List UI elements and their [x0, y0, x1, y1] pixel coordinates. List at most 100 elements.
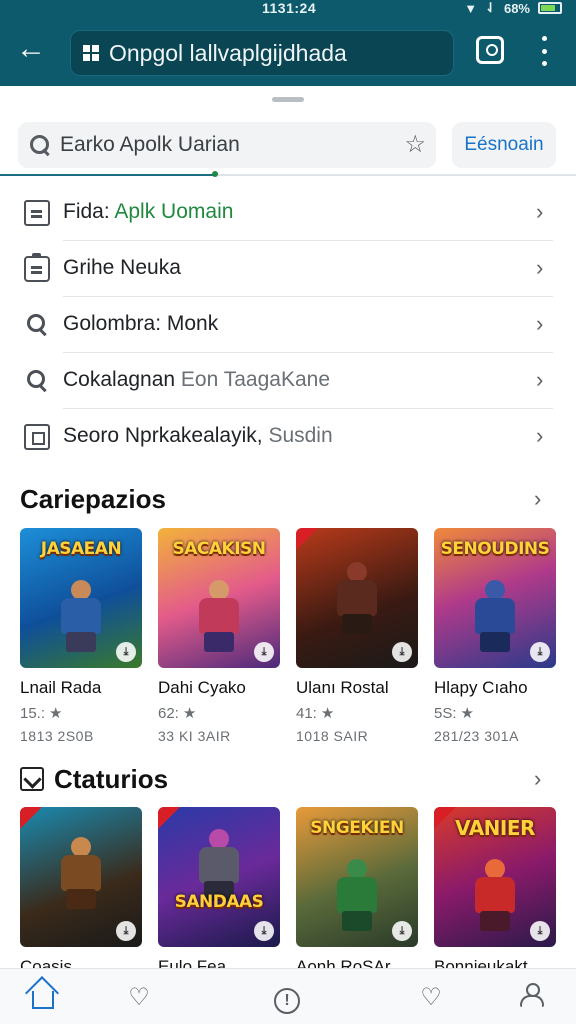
install-badge-icon: ⤓ [530, 921, 550, 941]
url-bar[interactable]: Onpgol lallvaplgĳdhada [70, 30, 454, 76]
suggestion-item[interactable]: Seoro Nprkakealayik, Susdin › [0, 409, 576, 465]
app-card[interactable]: ⤓ Ulanı Rostal 41: ★ 1018 SAIR [296, 528, 418, 744]
app-name: Ulanı Rostal [296, 678, 389, 697]
clipboard-icon [24, 253, 50, 282]
app-rating: 15.: ★ [20, 705, 63, 722]
install-badge-icon: ⤓ [254, 921, 274, 941]
app-thumbnail: VANIER ⤓ [434, 807, 556, 947]
wifi-icon: ▼ [464, 0, 478, 16]
app-rating: 62: ★ [158, 705, 197, 722]
app-size: 1813 2S0B [20, 728, 94, 744]
character-art [56, 837, 106, 909]
status-time: 1131:24 [262, 0, 317, 16]
suggestion-item[interactable]: Golombra: Monk › [0, 297, 576, 353]
calendar-icon [24, 424, 50, 450]
star-icon: ★ [182, 705, 197, 722]
suggestion-item[interactable]: Fida: Aplk Uomain › [0, 185, 576, 241]
ribbon-icon [20, 807, 42, 829]
app-thumbnail: SANDAAS ⤓ [158, 807, 280, 947]
chevron-right-icon: › [536, 199, 544, 224]
star-icon: ★ [320, 705, 335, 722]
app-card[interactable]: ⤓ Coasis [20, 807, 142, 977]
search-action-button[interactable]: Eésnoain [452, 122, 556, 168]
character-art [332, 859, 382, 931]
site-grid-icon [83, 45, 99, 61]
app-card[interactable]: SENOUDINS ⤓ Hlapy Cıaho 5S: ★ 281/23 301A [434, 528, 556, 744]
ribbon-icon [296, 528, 318, 550]
chevron-right-icon: › [536, 367, 544, 392]
overflow-menu-icon[interactable] [534, 36, 554, 66]
install-badge-icon: ⤓ [254, 642, 274, 662]
status-bar: 1131:24 ▼ ⇃ 68% [0, 0, 576, 18]
app-card[interactable]: JASAEAN ⤓ Lnail Rada 15.: ★ 1813 2S0B [20, 528, 142, 744]
character-art [194, 580, 244, 652]
search-icon [24, 312, 50, 338]
app-name: Lnail Rada [20, 678, 102, 697]
search-input[interactable]: Earko Apolk Uarian ☆ [18, 122, 436, 168]
back-arrow-icon[interactable]: ← [14, 34, 48, 68]
app-name: Hlapy Cıaho [434, 678, 528, 697]
install-badge-icon: ⤓ [392, 642, 412, 662]
character-art [194, 829, 244, 901]
app-row: JASAEAN ⤓ Lnail Rada 15.: ★ 1813 2S0B SAC… [20, 528, 560, 744]
suggestion-list: Fida: Aplk Uomain › Grihe Neuka › Golomb… [0, 185, 576, 465]
signal-icon: ⇃ [485, 0, 496, 15]
app-card[interactable]: SACAKISN ⤓ Dahi Cyako 62: ★ 33 KI 3AIR [158, 528, 280, 744]
bookmark-star-icon[interactable]: ☆ [404, 133, 426, 157]
suggestion-label: Golombra: Monk [63, 312, 219, 335]
section-title: Cariepazios [20, 484, 166, 514]
bottom-navigation: ♡ ! ♡ [0, 968, 576, 1024]
star-icon: ★ [49, 705, 63, 722]
suggestion-item[interactable]: Grihe Neuka › [0, 241, 576, 297]
battery-icon [538, 2, 562, 14]
install-badge-icon: ⤓ [530, 642, 550, 662]
app-thumbnail: JASAEAN ⤓ [20, 528, 142, 668]
search-icon [30, 135, 50, 155]
app-rating: 41: ★ [296, 705, 335, 722]
app-title-art: SENOUDINS [440, 539, 550, 559]
install-badge-icon: ⤓ [116, 921, 136, 941]
app-card[interactable]: SNGEKIEN ⤓ Aonh RoSAr [296, 807, 418, 977]
chevron-right-icon[interactable]: › [534, 486, 541, 512]
app-title-art: SACAKISN [172, 539, 266, 559]
app-thumbnail: SACAKISN ⤓ [158, 528, 280, 668]
suggestion-label: Grihe Neuka [63, 256, 181, 279]
section-title: Ctaturios [20, 764, 168, 795]
heart-icon[interactable]: ♡ [124, 983, 154, 1013]
chevron-right-icon: › [536, 255, 544, 280]
search-progress-fill [0, 174, 216, 176]
home-icon[interactable] [28, 983, 58, 1013]
search-progress-dot [212, 171, 218, 177]
status-icons: ▼ ⇃ 68% [464, 0, 562, 16]
app-card[interactable]: VANIER ⤓ Bonnieukakt [434, 807, 556, 977]
account-icon[interactable] [516, 983, 546, 1013]
tab-switcher-icon[interactable] [476, 36, 504, 64]
url-text: Onpgol lallvaplgĳdhada [109, 39, 347, 66]
heart-icon[interactable]: ♡ [416, 983, 446, 1013]
suggestion-label: Fida: Aplk Uomain [63, 200, 234, 223]
app-thumbnail: SENOUDINS ⤓ [434, 528, 556, 668]
ribbon-icon [158, 807, 180, 829]
sheet-drag-handle[interactable] [272, 97, 304, 102]
battery-text: 68% [503, 0, 530, 16]
app-size: 281/23 301A [434, 728, 519, 744]
app-size: 1018 SAIR [296, 728, 369, 744]
app-card[interactable]: SANDAAS ⤓ Eulo Fea [158, 807, 280, 977]
app-thumbnail: ⤓ [20, 807, 142, 947]
character-art [470, 859, 520, 931]
suggestion-label: Cokalagnan Eon TaagaKane [63, 368, 331, 391]
suggestion-label: Seoro Nprkakealayik, Susdin [63, 424, 333, 447]
app-thumbnail: SNGEKIEN ⤓ [296, 807, 418, 947]
character-art [332, 562, 382, 652]
category-icon [20, 767, 44, 791]
chevron-right-icon: › [536, 311, 544, 336]
character-art [470, 580, 520, 652]
search-icon [24, 368, 50, 394]
chevron-right-icon[interactable]: › [534, 766, 541, 792]
search-progress-track [0, 171, 576, 177]
search-query-text: Earko Apolk Uarian [60, 133, 240, 156]
suggestion-item[interactable]: Cokalagnan Eon TaagaKane › [0, 353, 576, 409]
app-title-art: JASAEAN [40, 539, 122, 559]
app-title-art: SNGEKIEN [310, 818, 404, 838]
info-icon[interactable]: ! [272, 983, 302, 1014]
